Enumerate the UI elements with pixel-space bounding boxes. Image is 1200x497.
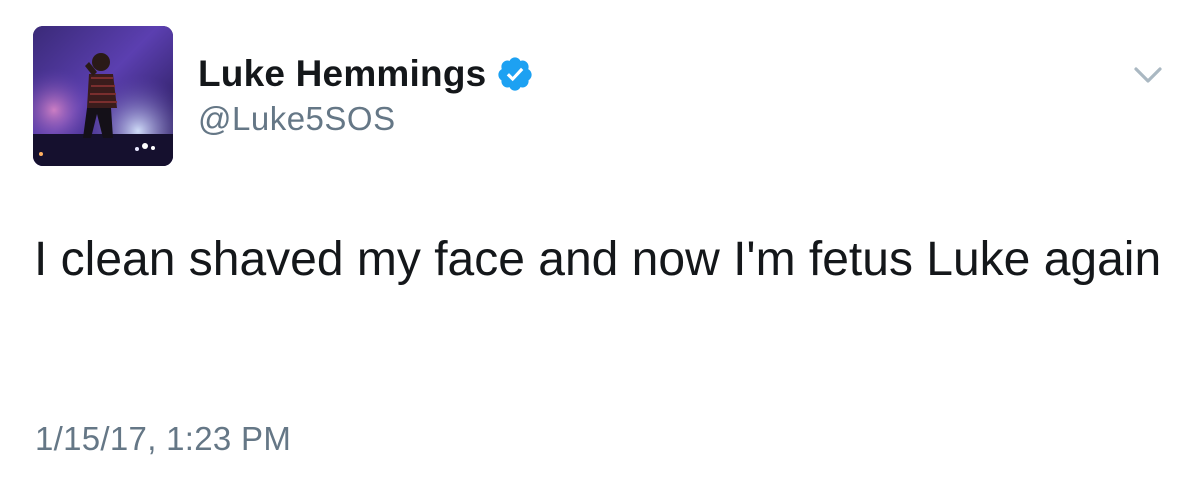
chevron-down-icon[interactable] xyxy=(1130,60,1166,90)
verified-badge-icon xyxy=(496,55,534,93)
author-handle[interactable]: @Luke5SOS xyxy=(198,100,534,138)
display-name[interactable]: Luke Hemmings xyxy=(198,53,486,95)
author-name-row: Luke Hemmings xyxy=(198,52,534,96)
tweet-timestamp[interactable]: 1/15/17, 1:23 PM xyxy=(35,420,291,458)
tweet-text: I clean shaved my face and now I'm fetus… xyxy=(34,233,1162,286)
avatar[interactable] xyxy=(33,26,173,166)
tweet-card: Luke Hemmings @Luke5SOS I clean shaved m… xyxy=(0,0,1200,497)
author-block: Luke Hemmings @Luke5SOS xyxy=(198,52,534,138)
avatar-image xyxy=(33,26,173,166)
